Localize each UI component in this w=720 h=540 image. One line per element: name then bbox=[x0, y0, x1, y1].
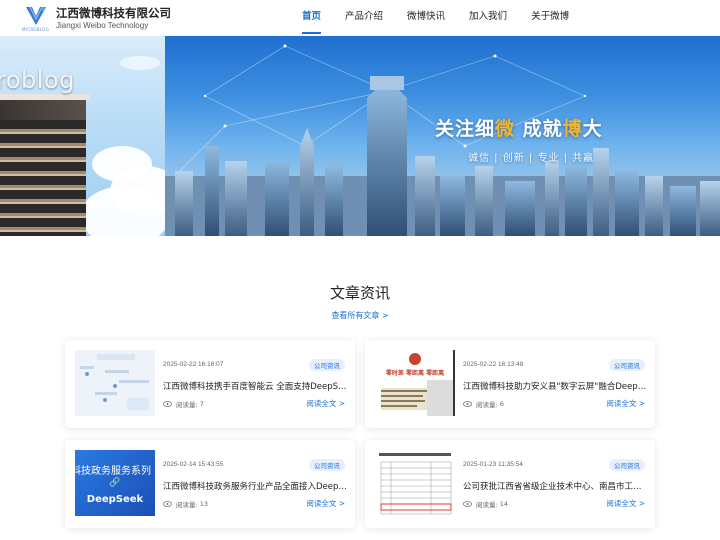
nav-home[interactable]: 首页 bbox=[302, 0, 322, 36]
article-card[interactable]: 零时差 零距离 零距离 2025-02-22 16:13:48 公司资讯 江西微… bbox=[365, 340, 655, 428]
eye-icon bbox=[463, 501, 472, 507]
article-view-count: 阅读量: 7 bbox=[163, 399, 204, 409]
link-icon: 🔗 bbox=[109, 478, 121, 488]
articles-section-title: 文章资讯 bbox=[329, 284, 390, 302]
article-date: 2025-01-23 11:35:54 bbox=[463, 461, 523, 468]
read-more-link[interactable]: 阅读全文 > bbox=[306, 498, 345, 509]
article-card[interactable]: 2025-02-22 16:16:07 公司资讯 江西微博科技携手百度智能云 全… bbox=[65, 340, 355, 428]
article-card[interactable]: 2025-01-23 11:35:54 公司资讯 公司获批江西省省级企业技术中心… bbox=[365, 440, 655, 528]
article-category-badge: 公司资讯 bbox=[609, 359, 645, 371]
article-title[interactable]: 江西微博科技政务服务行业产品全面接入DeepSeek大模型 bbox=[163, 480, 347, 492]
read-more-link[interactable]: 阅读全文 > bbox=[606, 498, 645, 509]
building-sign: roblog bbox=[0, 66, 75, 94]
article-date: 2025-02-14 15:43:55 bbox=[163, 461, 224, 468]
nav-products[interactable]: 产品介绍 bbox=[345, 0, 383, 36]
banner-slogan: 关注细微 成就博大 bbox=[435, 118, 603, 140]
company-name[interactable]: 江西微博科技有限公司 bbox=[56, 5, 171, 21]
eye-icon bbox=[463, 401, 472, 407]
eye-icon bbox=[163, 501, 172, 507]
article-title[interactable]: 公司获批江西省省级企业技术中心、南昌市工程技术研究中心 bbox=[463, 480, 647, 492]
nav-news[interactable]: 微博快讯 bbox=[407, 0, 445, 36]
article-date: 2025-02-22 16:13:48 bbox=[463, 361, 524, 368]
article-category-badge: 公司资讯 bbox=[609, 459, 645, 471]
article-view-count: 阅读量: 14 bbox=[463, 499, 508, 509]
view-all-articles-link[interactable]: 查看所有文章 > bbox=[0, 310, 720, 321]
article-thumbnail[interactable] bbox=[75, 350, 155, 416]
main-nav: 首页 产品介绍 微博快讯 加入我们 关于微博 bbox=[290, 0, 581, 36]
nav-about[interactable]: 关于微博 bbox=[531, 0, 569, 36]
article-date: 2025-02-22 16:16:07 bbox=[163, 361, 224, 368]
article-category-badge: 公司资讯 bbox=[309, 359, 345, 371]
banner-city-image: 关注细微 成就博大 诚信 | 创新 | 专业 | 共赢 bbox=[165, 36, 720, 236]
hero-banner[interactable]: roblog 关注细微 成就博大 诚信 | 创新 | 专业 | 共赢 bbox=[0, 36, 720, 236]
thumbnail-deepseek-label: DeepSeek bbox=[86, 494, 144, 505]
eye-icon bbox=[163, 401, 172, 407]
site-header: MICROBLOG 江西微博科技有限公司 Jiangxi Weibo Techn… bbox=[0, 0, 720, 36]
article-title[interactable]: 江西微博科技携手百度智能云 全面支持DeepSeek大模型 bbox=[163, 380, 347, 392]
article-title[interactable]: 江西微博科技助力安义县"数字云屏"融合DeepSeek bbox=[463, 380, 647, 392]
article-thumbnail[interactable]: 科技政务服务系列 🔗 DeepSeek bbox=[75, 450, 155, 516]
article-thumbnail[interactable] bbox=[375, 450, 455, 516]
nav-join-us[interactable]: 加入我们 bbox=[469, 0, 507, 36]
read-more-link[interactable]: 阅读全文 > bbox=[606, 398, 645, 409]
banner-subslogan: 诚信 | 创新 | 专业 | 共赢 bbox=[468, 153, 595, 164]
logo-caption: MICROBLOG bbox=[22, 27, 50, 32]
banner-building-image: roblog bbox=[0, 36, 165, 236]
thumbnail-caption: 科技政务服务系列 bbox=[75, 466, 151, 477]
article-thumbnail[interactable]: 零时差 零距离 零距离 bbox=[375, 350, 455, 416]
article-card[interactable]: 科技政务服务系列 🔗 DeepSeek 2025-02-14 15:43:55 … bbox=[65, 440, 355, 528]
article-category-badge: 公司资讯 bbox=[309, 459, 345, 471]
thumbnail-caption: 零时差 零距离 零距离 bbox=[385, 370, 445, 377]
article-view-count: 阅读量: 13 bbox=[163, 499, 208, 509]
article-view-count: 阅读量: 6 bbox=[463, 399, 504, 409]
read-more-link[interactable]: 阅读全文 > bbox=[306, 398, 345, 409]
company-name-en: Jiangxi Weibo Technology bbox=[56, 21, 149, 30]
